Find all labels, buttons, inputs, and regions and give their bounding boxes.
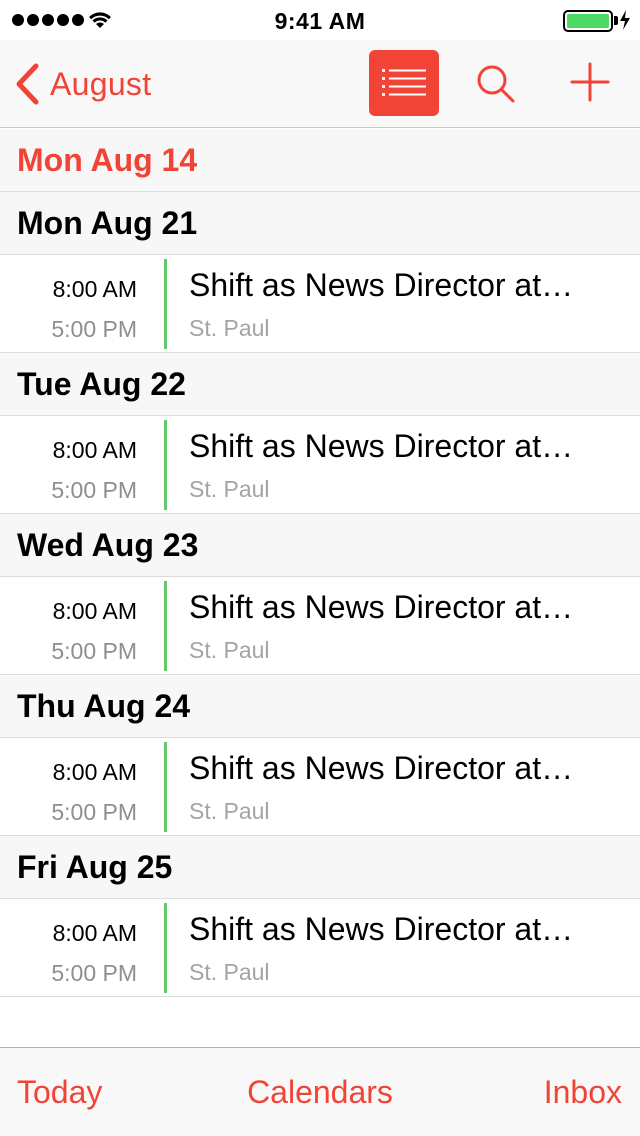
chevron-left-icon <box>16 63 39 105</box>
event-row[interactable]: 8:00 AM 5:00 PM Shift as News Director a… <box>0 416 640 514</box>
event-title: Shift as News Director at… <box>189 267 574 303</box>
day-header-today: Mon Aug 14 <box>0 129 640 192</box>
day-header: Fri Aug 25 <box>0 836 640 899</box>
event-start-time: 8:00 AM <box>52 276 137 302</box>
bottom-toolbar: Today Calendars Inbox <box>0 1047 640 1136</box>
event-start-time: 8:00 AM <box>52 437 137 463</box>
day-header: Thu Aug 24 <box>0 675 640 738</box>
list-view-button[interactable] <box>369 50 439 116</box>
event-location: St. Paul <box>189 959 270 985</box>
event-location: St. Paul <box>189 798 270 824</box>
event-location: St. Paul <box>189 476 270 502</box>
search-icon[interactable] <box>474 62 518 106</box>
day-header: Tue Aug 22 <box>0 353 640 416</box>
list-icon <box>382 69 426 96</box>
day-header: Mon Aug 21 <box>0 192 640 255</box>
status-time: 9:41 AM <box>274 8 366 34</box>
battery-icon <box>563 10 613 32</box>
back-button[interactable]: August <box>14 62 151 106</box>
event-list[interactable]: Mon Aug 14 Mon Aug 21 8:00 AM 5:00 PM Sh… <box>0 129 640 997</box>
navigation-bar: August <box>0 40 640 128</box>
day-header: Wed Aug 23 <box>0 514 640 577</box>
event-end-time: 5:00 PM <box>51 638 137 664</box>
charging-bolt-icon <box>620 10 630 30</box>
add-event-icon[interactable] <box>568 60 612 104</box>
back-label: August <box>50 65 152 102</box>
event-location: St. Paul <box>189 315 270 341</box>
inbox-button[interactable]: Inbox <box>544 1074 622 1111</box>
calendar-color-bar <box>164 742 167 832</box>
event-title: Shift as News Director at… <box>189 750 574 786</box>
calendar-color-bar <box>164 420 167 510</box>
calendar-color-bar <box>164 903 167 993</box>
event-location: St. Paul <box>189 637 270 663</box>
status-bar: 9:41 AM <box>0 0 640 40</box>
event-start-time: 8:00 AM <box>52 598 137 624</box>
event-start-time: 8:00 AM <box>52 759 137 785</box>
event-row[interactable]: 8:00 AM 5:00 PM Shift as News Director a… <box>0 899 640 997</box>
event-title: Shift as News Director at… <box>189 911 574 947</box>
event-title: Shift as News Director at… <box>189 428 574 464</box>
calendar-color-bar <box>164 259 167 349</box>
event-end-time: 5:00 PM <box>51 960 137 986</box>
event-title: Shift as News Director at… <box>189 589 574 625</box>
event-row[interactable]: 8:00 AM 5:00 PM Shift as News Director a… <box>0 255 640 353</box>
battery-tip <box>614 16 618 25</box>
event-row[interactable]: 8:00 AM 5:00 PM Shift as News Director a… <box>0 577 640 675</box>
event-end-time: 5:00 PM <box>51 477 137 503</box>
event-start-time: 8:00 AM <box>52 920 137 946</box>
event-end-time: 5:00 PM <box>51 316 137 342</box>
event-end-time: 5:00 PM <box>51 799 137 825</box>
event-row[interactable]: 8:00 AM 5:00 PM Shift as News Director a… <box>0 738 640 836</box>
calendar-color-bar <box>164 581 167 671</box>
